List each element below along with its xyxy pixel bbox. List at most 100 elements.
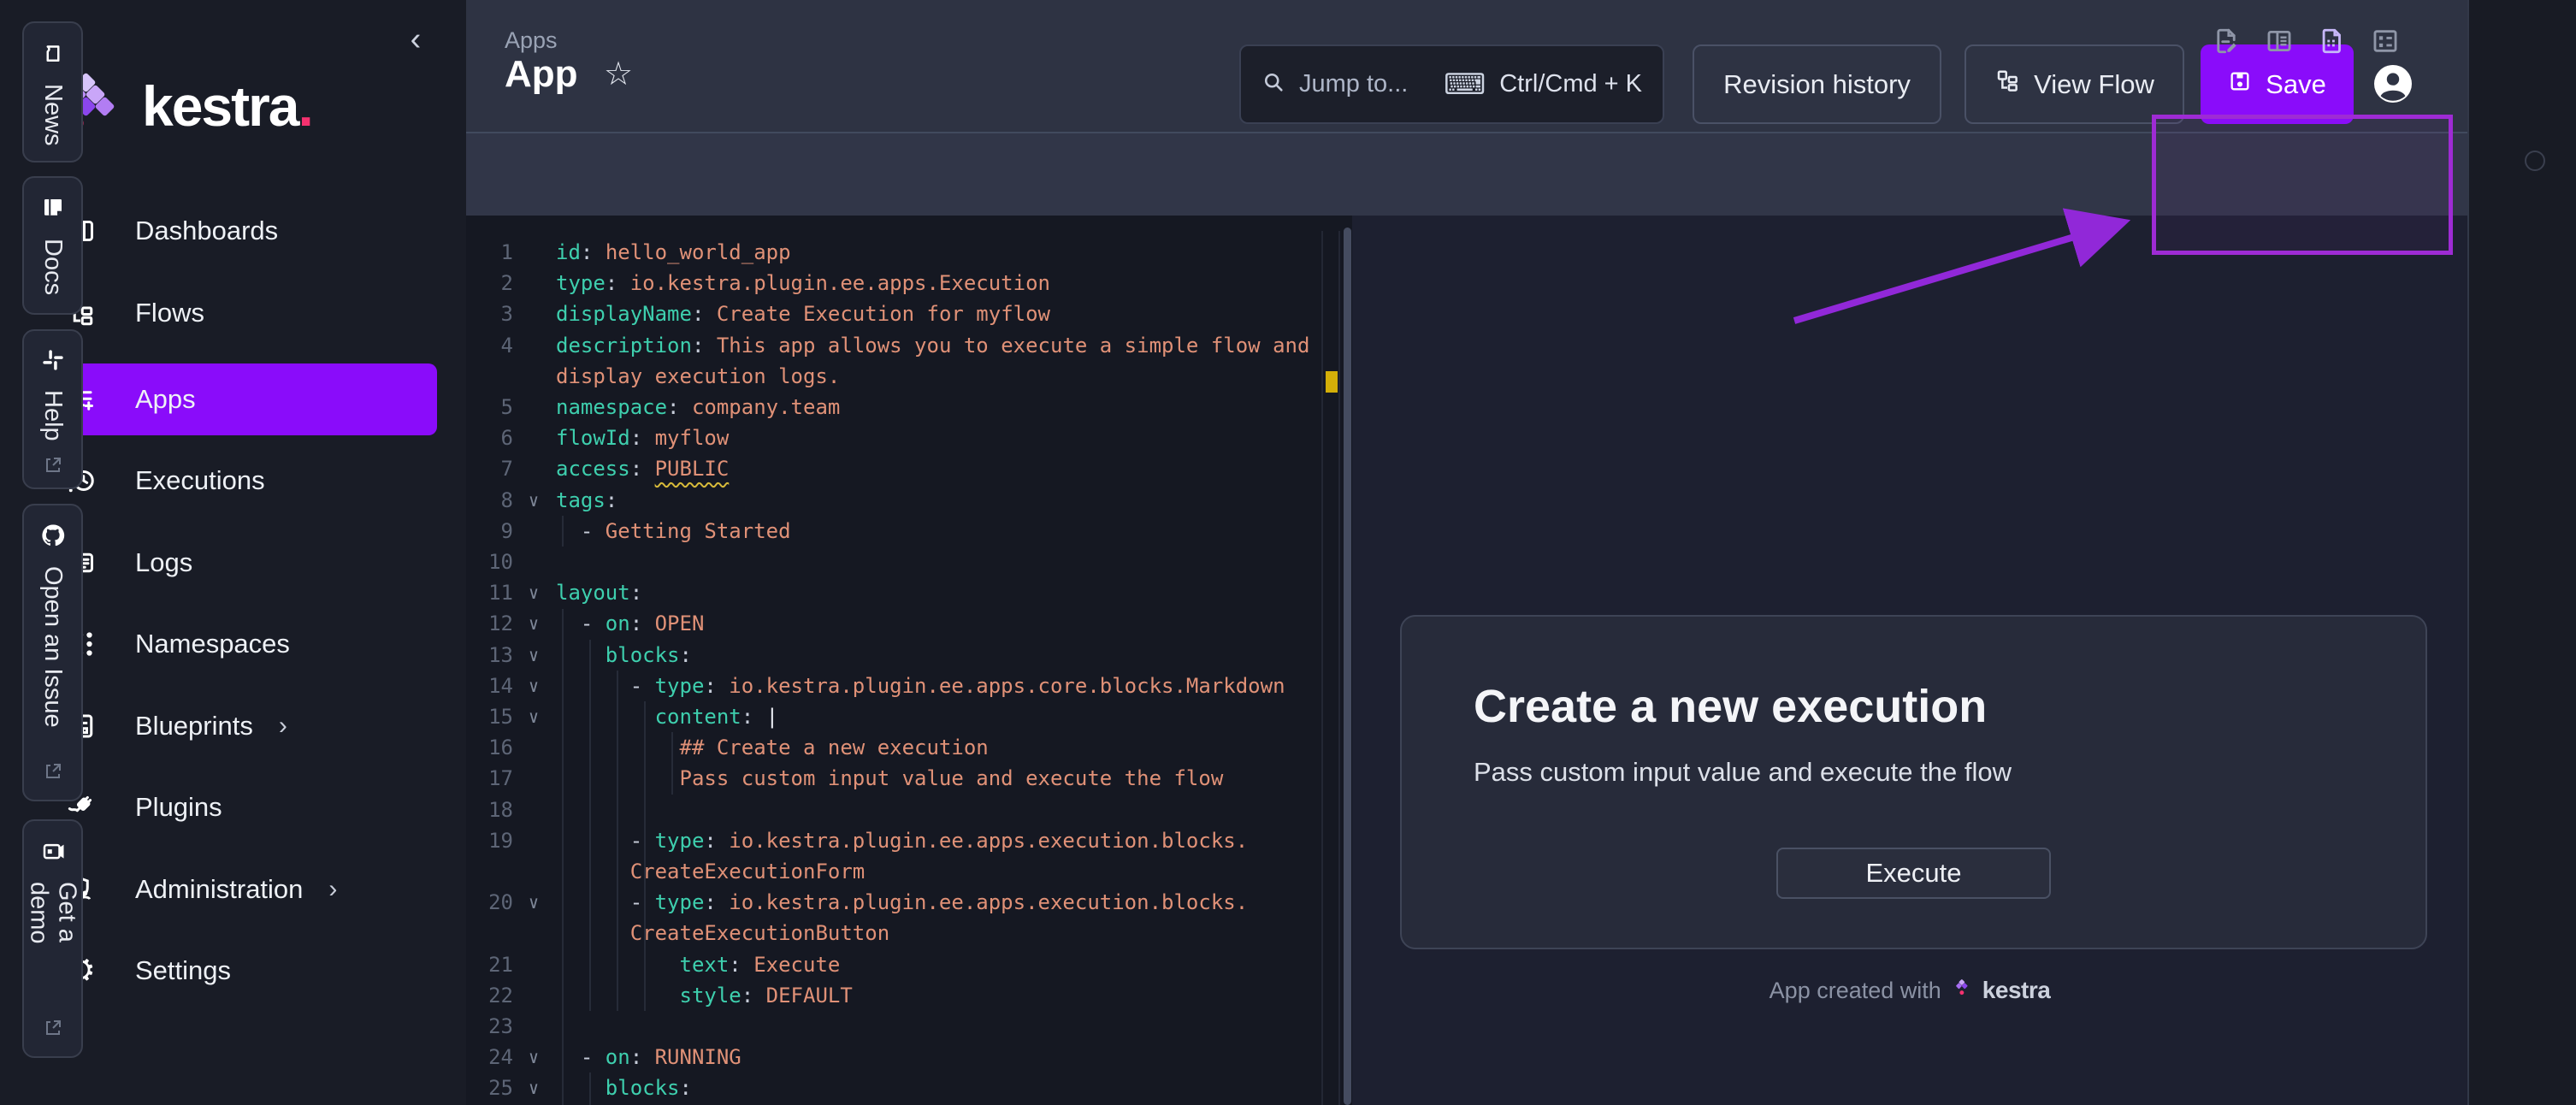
file-edit-icon[interactable] [2207,22,2245,60]
fold-chevron-icon[interactable]: ∨ [519,887,548,919]
fold-chevron-icon[interactable]: ∨ [519,1072,548,1104]
code-row[interactable]: 6flowId: myflow [466,422,1321,454]
code-row[interactable]: 16 ## Create a new execution [466,732,1321,764]
fold-chevron-icon[interactable]: ∨ [519,485,548,517]
code-row[interactable]: 7access: PUBLIC [466,453,1321,485]
fold-chevron-icon[interactable]: ∨ [519,701,548,733]
code-row[interactable]: display execution logs. [466,361,1321,393]
search-shortcut: Ctrl/Cmd + K [1499,70,1642,98]
form-preview-icon[interactable] [2313,22,2351,60]
code-row[interactable]: 24∨ - on: RUNNING [466,1042,1321,1073]
fold-chevron-icon[interactable]: ∨ [519,671,548,702]
sidebar-item-namespaces[interactable]: Namespaces [39,608,437,680]
rail-tab-label: Help [38,390,67,441]
editor-toolbar [466,133,2467,216]
code-text: namespace: company.team [556,392,840,423]
code-row[interactable]: 23 [466,1011,1321,1043]
flow-icon [1994,68,2020,101]
fold-chevron-icon[interactable]: ∨ [519,608,548,640]
overview-ruler [1321,231,1340,1105]
line-number: 23 [466,1011,513,1043]
code-row[interactable]: 5 namespace: company.team [466,392,1321,423]
yaml-code-editor[interactable]: 1id: hello_world_app2type: io.kestra.plu… [466,216,1352,1105]
code-row[interactable]: 8∨tags: [466,485,1321,517]
sidebar-item-blueprints[interactable]: Blueprints › [39,690,437,762]
code-row[interactable]: 1id: hello_world_app [466,237,1321,269]
code-text: display execution logs. [556,361,840,393]
code-row[interactable]: 19 - type: io.kestra.plugin.ee.apps.exec… [466,825,1321,857]
footer-brand: kestra [1982,977,2051,1004]
code-text: type: io.kestra.plugin.ee.apps.Execution [556,268,1050,299]
code-text: text: Execute [556,949,840,981]
user-avatar[interactable] [2372,63,2414,104]
grid-view-icon[interactable] [2366,22,2404,60]
code-row[interactable]: 11∨layout: [466,577,1321,609]
rail-tab-open-an-issue[interactable]: Open an Issue [22,504,83,801]
revision-history-button[interactable]: Revision history [1693,44,1941,124]
code-row[interactable]: 20∨ - type: io.kestra.plugin.ee.apps.exe… [466,887,1321,919]
code-row[interactable]: 13∨ blocks: [466,640,1321,671]
rail-tab-get-a-demo[interactable]: Get a demo [22,819,83,1058]
code-row[interactable]: 25∨ blocks: [466,1072,1321,1104]
code-row[interactable]: 17 Pass custom input value and execute t… [466,763,1321,795]
code-text: access: PUBLIC [556,453,729,485]
code-row[interactable]: 21 text: Execute [466,949,1321,981]
app-footer: App created with kestra [1352,977,2467,1004]
right-rail [2467,0,2576,1105]
line-number: 14 [466,671,513,702]
fold-chevron-icon[interactable]: ∨ [519,577,548,609]
code-row[interactable]: CreateExecutionForm [466,856,1321,888]
code-row[interactable]: 15∨ content: | [466,701,1321,733]
sidebar-item-settings[interactable]: ⚙ Settings [39,935,437,1007]
fold-chevron-icon[interactable]: ∨ [519,640,548,671]
rail-tab-docs[interactable]: Docs [22,176,83,315]
code-row[interactable]: 3displayName: Create Execution for myflo… [466,298,1321,330]
code-text: description: This app allows you to exec… [556,330,1309,362]
sidebar-item-apps[interactable]: Apps [39,363,437,435]
code-text: - on: OPEN [556,608,704,640]
sidebar-item-dashboards[interactable]: Dashboards [39,195,437,267]
code-text: - type: io.kestra.plugin.ee.apps.executi… [556,887,1248,919]
fold-chevron-icon[interactable]: ∨ [519,1042,548,1073]
rail-tab-news[interactable]: News [22,21,83,162]
sidebar-item-executions[interactable]: Executions [39,445,437,517]
code-text: id: hello_world_app [556,237,791,269]
execute-label: Execute [1865,858,1961,889]
sidebar-item-flows[interactable]: Flows [39,277,437,349]
code-row[interactable]: 10 [466,547,1321,578]
rail-tab-help[interactable]: Help [22,329,83,489]
kestra-logo[interactable]: kestra. [53,72,312,139]
code-row[interactable]: 2type: io.kestra.plugin.ee.apps.Executio… [466,268,1321,299]
news-badge-notch [2525,151,2545,171]
editor-scrollbar[interactable] [1344,228,1351,1105]
code-row[interactable]: 9 - Getting Started [466,516,1321,547]
breadcrumb[interactable]: Apps [505,27,558,54]
code-text: CreateExecutionForm [556,856,865,888]
indent-guide [589,640,591,1011]
kestra-app-editor-page: { "brand": { "logo_text": "kestra", "log… [0,0,2576,1105]
favorite-star-icon[interactable]: ☆ [604,55,633,93]
line-number: 5 [466,392,513,423]
sidebar-item-label: Executions [135,465,265,496]
code-row[interactable]: 18 [466,795,1321,826]
line-number: 18 [466,795,513,826]
line-number: 24 [466,1042,513,1073]
split-view-icon[interactable] [2260,22,2298,60]
sidebar-item-plugins[interactable]: Plugins [39,771,437,843]
sidebar-item-logs[interactable]: Logs [39,527,437,599]
code-text: layout: [556,577,642,609]
sidebar-collapse-icon[interactable]: ‹ [395,19,436,60]
execute-button[interactable]: Execute [1776,848,2051,899]
sidebar-item-administration[interactable]: Administration › [39,854,437,925]
code-row[interactable]: CreateExecutionButton [466,918,1321,949]
view-flow-button[interactable]: View Flow [1964,44,2184,124]
code-row[interactable]: 4description: This app allows you to exe… [466,330,1321,362]
jump-to-search[interactable]: Jump to... ⌨ Ctrl/Cmd + K [1239,44,1664,124]
sidebar-item-label: Blueprints [135,711,253,742]
code-row[interactable]: 12∨ - on: OPEN [466,608,1321,640]
code-row[interactable]: 22 style: DEFAULT [466,980,1321,1012]
sidebar-item-label: Settings [135,955,231,986]
kestra-wordmark: kestra. [142,74,312,139]
code-row[interactable]: 14∨ - type: io.kestra.plugin.ee.apps.cor… [466,671,1321,702]
line-number: 19 [466,825,513,857]
